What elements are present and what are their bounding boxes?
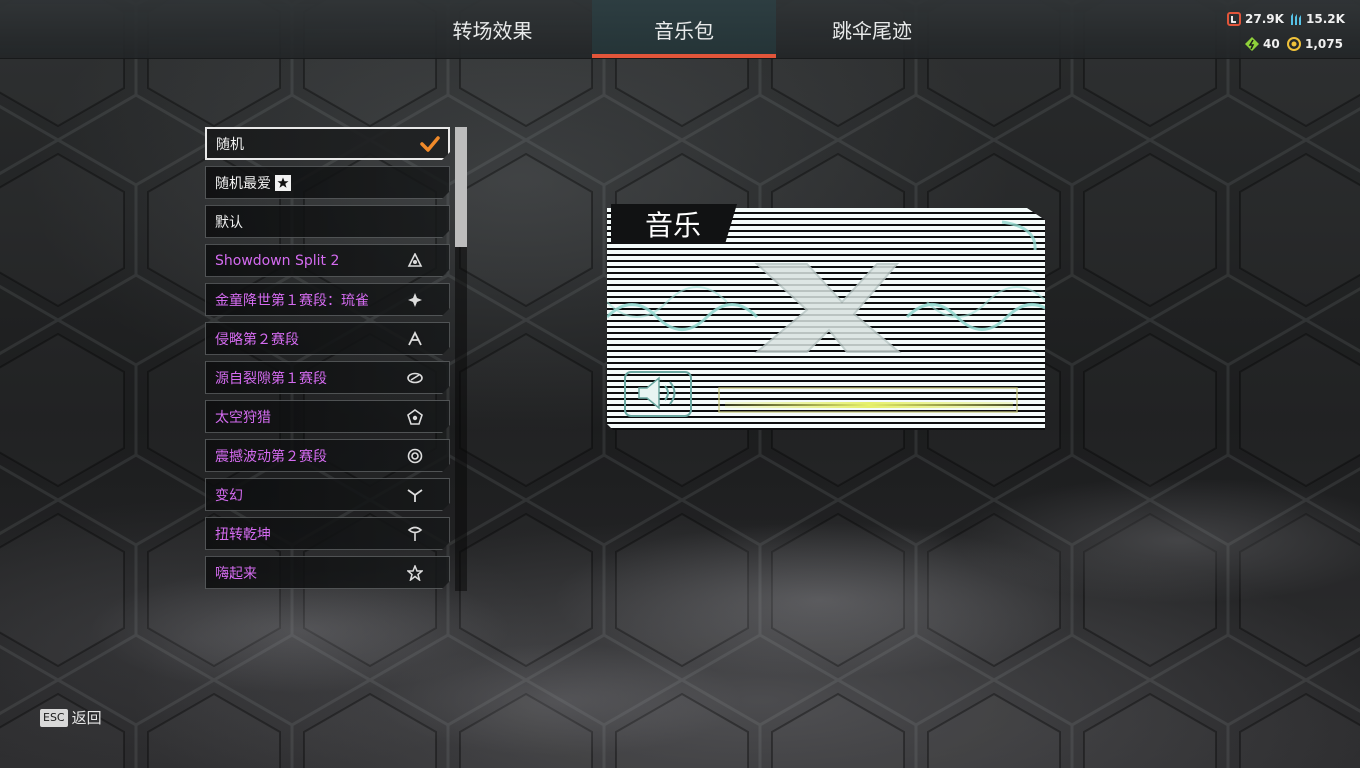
heirloom-shards-icon xyxy=(1245,37,1259,51)
list-item-hype-up[interactable]: 嗨起来 xyxy=(205,556,450,589)
heirloom-shards-value: 40 xyxy=(1263,37,1280,51)
list-item-showdown-split-2[interactable]: Showdown Split 2 xyxy=(205,244,450,277)
list-item-invasion-split-2[interactable]: 侵略第２赛段 xyxy=(205,322,450,355)
apex-coins-value: 1,075 xyxy=(1305,37,1343,51)
favorite-star-icon xyxy=(275,175,291,191)
season-badge-icon xyxy=(407,253,423,269)
check-icon xyxy=(420,136,440,156)
season-badge-icon xyxy=(407,448,423,464)
apex-coins-icon xyxy=(1287,37,1301,51)
game-menu-screen: 转场效果 音乐包 跳伞尾迹 27.9K 15.2K 40 1,075 随机 随机… xyxy=(0,0,1360,768)
list-item-shockwave-split-2[interactable]: 震撼波动第２赛段 xyxy=(205,439,450,472)
back-label: 返回 xyxy=(71,709,102,727)
music-preview-card: 音乐 xyxy=(607,202,1047,432)
preview-title-text: 音乐 xyxy=(645,209,702,242)
list-scrollbar[interactable] xyxy=(455,127,467,591)
list-item-label: 扭转乾坤 xyxy=(215,526,271,543)
crafting-metals-value: 15.2K xyxy=(1306,12,1345,26)
list-item-label: 侵略第２赛段 xyxy=(215,331,299,348)
list-item-label: 变幻 xyxy=(215,487,243,504)
season-badge-icon xyxy=(407,292,423,308)
list-item-space-hunt[interactable]: 太空狩猎 xyxy=(205,400,450,433)
list-item-label: 默认 xyxy=(215,214,243,231)
list-item-label: 金童降世第１赛段：琉雀 xyxy=(215,292,369,309)
fog-overlay xyxy=(0,480,1360,768)
heirloom-shards-balance: 40 xyxy=(1245,37,1280,51)
list-item-label: 太空狩猎 xyxy=(215,409,271,426)
list-item-label: 震撼波动第２赛段 xyxy=(215,448,327,465)
preview-title: 音乐 xyxy=(611,204,737,244)
legend-tokens-value: 27.9K xyxy=(1245,12,1284,26)
list-item-label: 随机最爱 xyxy=(215,175,271,192)
esc-key-icon: ESC xyxy=(40,708,68,727)
legend-tokens-balance: 27.9K xyxy=(1227,12,1284,26)
list-item-from-the-rift-split-1[interactable]: 源自裂隙第１赛段 xyxy=(205,361,450,394)
season-badge-icon xyxy=(407,370,423,386)
list-item-default[interactable]: 默认 xyxy=(205,205,450,238)
legend-tokens-icon xyxy=(1227,12,1241,26)
list-item-label: 嗨起来 xyxy=(215,565,257,582)
crafting-metals-balance: 15.2K xyxy=(1288,12,1345,26)
back-button[interactable]: ESC 返回 xyxy=(40,707,102,728)
tab-label: 跳伞尾迹 xyxy=(832,18,912,43)
tab-label: 音乐包 xyxy=(654,18,714,43)
list-item-shifting[interactable]: 变幻 xyxy=(205,478,450,511)
volume-level-bar xyxy=(725,402,1013,408)
crafting-metals-icon xyxy=(1288,12,1302,26)
top-nav-bar: 转场效果 音乐包 跳伞尾迹 27.9K 15.2K 40 1,075 xyxy=(0,0,1360,59)
list-item-label: 随机 xyxy=(216,136,244,153)
tab-label: 转场效果 xyxy=(452,18,533,43)
tab-skydive-trails[interactable]: 跳伞尾迹 xyxy=(792,0,952,58)
season-badge-icon xyxy=(407,526,423,542)
list-scrollbar-thumb[interactable] xyxy=(455,127,467,247)
tab-transition-effects[interactable]: 转场效果 xyxy=(410,0,575,58)
list-item-turning-tide[interactable]: 扭转乾坤 xyxy=(205,517,450,550)
list-item-random-favorite[interactable]: 随机最爱 xyxy=(205,166,450,199)
list-item-label: Showdown Split 2 xyxy=(215,252,340,269)
season-badge-icon xyxy=(407,487,423,503)
list-item-season-1-golden-boy[interactable]: 金童降世第１赛段：琉雀 xyxy=(205,283,450,316)
list-item-label: 源自裂隙第１赛段 xyxy=(215,370,327,387)
tab-music-pack[interactable]: 音乐包 xyxy=(592,0,776,58)
apex-coins-balance: 1,075 xyxy=(1287,37,1343,51)
season-badge-icon xyxy=(407,331,423,347)
season-badge-icon xyxy=(407,565,423,581)
season-badge-icon xyxy=(407,409,423,425)
list-item-random[interactable]: 随机 xyxy=(205,127,450,160)
